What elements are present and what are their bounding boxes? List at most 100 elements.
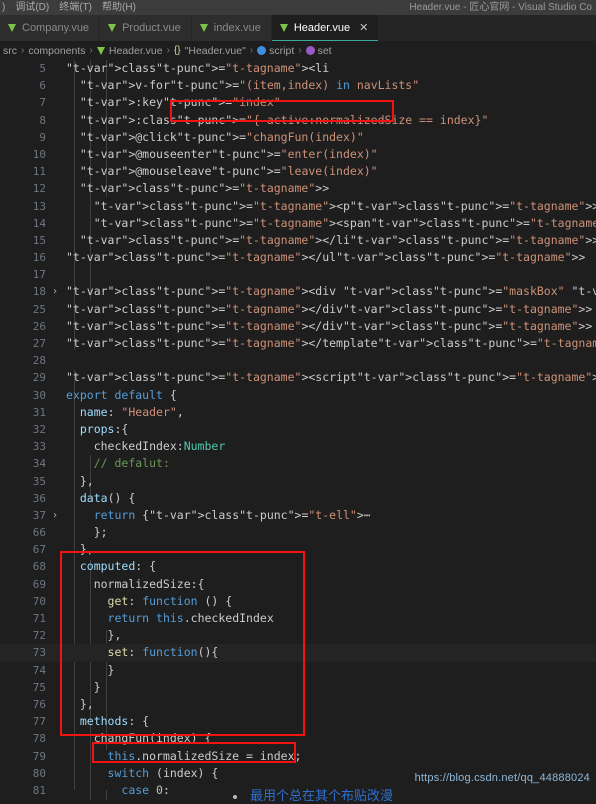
code-text: },: [66, 696, 94, 711]
line-number: 81: [32, 783, 46, 797]
title-bar: ) 调试(D) 终端(T) 帮助(H) Header.vue - 匠心官网 - …: [0, 0, 596, 15]
code-text: name: "Header",: [79, 404, 184, 419]
line-number: 8: [39, 113, 46, 127]
code-line[interactable]: 28: [0, 352, 596, 369]
line-number: 29: [32, 371, 46, 385]
chevron-right-icon: ›: [298, 45, 302, 56]
code-text: },: [66, 628, 122, 643]
tab-product-vue[interactable]: Product.vue: [100, 15, 192, 41]
code-line[interactable]: 32 props:{: [0, 421, 596, 438]
line-number: 28: [32, 354, 46, 368]
code-text: computed: {: [79, 559, 157, 574]
code-line[interactable]: 5 "t-var">class"t-punc">="t-tagname"><li: [0, 60, 596, 77]
code-line[interactable]: 8 "t-var">:class"t-punc">="{ active:norm…: [0, 112, 596, 129]
code-line[interactable]: 73 set: function(){: [0, 644, 596, 662]
code-line[interactable]: 10 "t-var">@mouseenter"t-punc">="enter(i…: [0, 146, 596, 163]
code-line[interactable]: 6 "t-var">v-for"t-punc">="(item,index) i…: [0, 77, 596, 94]
code-text: "t-var">class"t-punc">="t-tagname"><scri…: [66, 370, 596, 385]
code-text: props:{: [79, 421, 129, 436]
code-text: "t-var">class"t-punc">="t-tagname"></li"…: [79, 232, 596, 247]
menu-item-terminal[interactable]: 终端(T): [59, 0, 92, 15]
code-line[interactable]: 27 "t-var">class"t-punc">="t-tagname"></t…: [0, 335, 596, 352]
fold-chevron-icon[interactable]: ›: [50, 507, 60, 524]
editor-tab-bar: Company.vue Product.vue index.vue Header…: [0, 15, 596, 41]
code-line[interactable]: 12 "t-var">class"t-punc">="t-tagname">>: [0, 180, 596, 197]
chevron-right-icon: ›: [21, 45, 25, 56]
fold-chevron-icon[interactable]: ›: [50, 283, 60, 300]
line-number: 76: [32, 697, 46, 711]
code-line[interactable]: 37 › return {"t-var">class"t-punc">="t-el…: [0, 507, 596, 524]
code-line[interactable]: 9 "t-var">@click"t-punc">="changFun(inde…: [0, 129, 596, 146]
breadcrumb-item-header-vue[interactable]: Header.vue: [109, 45, 163, 57]
object-brace-icon: {}: [173, 45, 181, 56]
code-line[interactable]: 14 "t-var">class"t-punc">="t-tagname"><s…: [0, 215, 596, 232]
code-line[interactable]: 17: [0, 266, 596, 283]
line-number: 67: [32, 543, 46, 557]
close-icon[interactable]: ✕: [359, 22, 368, 34]
code-line[interactable]: 68 computed: {: [0, 558, 596, 575]
breadcrumb-item-script[interactable]: script: [269, 45, 294, 57]
code-text: // defalut:: [93, 456, 170, 471]
vue-icon: [279, 24, 289, 32]
code-line[interactable]: 33 checkedIndex:Number: [0, 438, 596, 455]
line-number: 68: [32, 560, 46, 574]
tab-label: Product.vue: [122, 22, 181, 34]
breadcrumb-item-src[interactable]: src: [3, 45, 17, 57]
code-text: "t-var">:class"t-punc">="{ active:normal…: [79, 112, 489, 127]
code-line[interactable]: 7 "t-var">:key"t-punc">="index": [0, 94, 596, 111]
code-line[interactable]: 78 changFun(index) {: [0, 730, 596, 747]
code-line[interactable]: 72 },: [0, 627, 596, 644]
menu-bar[interactable]: ) 调试(D) 终端(T) 帮助(H): [0, 0, 136, 15]
code-line[interactable]: 13 "t-var">class"t-punc">="t-tagname"><p…: [0, 198, 596, 215]
code-text: this.normalizedSize = index;: [107, 748, 302, 763]
code-line[interactable]: 18 › "t-var">class"t-punc">="t-tagname"><d…: [0, 283, 596, 300]
code-line[interactable]: 69 normalizedSize:{: [0, 576, 596, 593]
code-editor[interactable]: 5 "t-var">class"t-punc">="t-tagname"><li 6…: [0, 60, 596, 800]
code-line[interactable]: 75 }: [0, 679, 596, 696]
breadcrumb-item-set[interactable]: set: [318, 45, 332, 57]
code-line[interactable]: 15 "t-var">class"t-punc">="t-tagname"></…: [0, 232, 596, 249]
code-line[interactable]: 29 "t-var">class"t-punc">="t-tagname"><sc…: [0, 369, 596, 386]
breadcrumb-item-components[interactable]: components: [28, 45, 85, 57]
code-line[interactable]: 77 methods: {: [0, 713, 596, 730]
bottom-caption: 最用个总在其个布贴改漫: [250, 788, 394, 803]
code-line[interactable]: 30 export default {: [0, 387, 596, 404]
code-line[interactable]: 67 },: [0, 541, 596, 558]
breadcrumb-item-header-vue-symbol[interactable]: "Header.vue": [185, 45, 246, 57]
code-line[interactable]: 79 this.normalizedSize = index;: [0, 748, 596, 765]
code-line[interactable]: 74 }: [0, 662, 596, 679]
menu-item-0[interactable]: ): [2, 0, 5, 15]
script-icon: [257, 46, 267, 55]
code-line[interactable]: 11 "t-var">@mouseleave"t-punc">="leave(i…: [0, 163, 596, 180]
code-text: },: [66, 473, 94, 488]
menu-item-help[interactable]: 帮助(H): [102, 0, 136, 15]
code-line[interactable]: 31 name: "Header",: [0, 404, 596, 421]
line-number: 80: [32, 766, 46, 780]
code-line[interactable]: 66 };: [0, 524, 596, 541]
tab-header-vue[interactable]: Header.vue ✕: [271, 15, 380, 41]
code-line[interactable]: 70 get: function () {: [0, 593, 596, 610]
code-line[interactable]: 25 "t-var">class"t-punc">="t-tagname"></d…: [0, 301, 596, 318]
line-number: 17: [32, 268, 46, 282]
code-line[interactable]: 71 return this.checkedIndex: [0, 610, 596, 627]
code-line[interactable]: 35 },: [0, 473, 596, 490]
tab-index-vue[interactable]: index.vue: [191, 15, 272, 41]
line-number: 12: [32, 182, 46, 196]
code-text: };: [66, 525, 108, 540]
window-title: Header.vue - 匠心官网 - Visual Studio Co: [409, 2, 592, 13]
line-number: 33: [32, 440, 46, 454]
code-line[interactable]: 16 "t-var">class"t-punc">="t-tagname"></u…: [0, 249, 596, 266]
line-number: 14: [32, 216, 46, 230]
code-line[interactable]: 26 "t-var">class"t-punc">="t-tagname"></d…: [0, 318, 596, 335]
code-lines: 5 "t-var">class"t-punc">="t-tagname"><li 6…: [0, 60, 596, 799]
code-text: "t-var">class"t-punc">="t-tagname"><div …: [66, 284, 596, 299]
tab-company-vue[interactable]: Company.vue: [0, 15, 101, 41]
code-line[interactable]: 36 data() {: [0, 490, 596, 507]
code-text: "t-var">v-for"t-punc">="(item,index) in …: [79, 78, 420, 93]
code-line[interactable]: 34 // defalut:: [0, 455, 596, 472]
code-text: return this.checkedIndex: [107, 611, 274, 625]
line-number: 69: [32, 577, 46, 591]
line-number: 10: [32, 147, 46, 161]
code-line[interactable]: 76 },: [0, 696, 596, 713]
menu-item-debug[interactable]: 调试(D): [15, 0, 49, 15]
